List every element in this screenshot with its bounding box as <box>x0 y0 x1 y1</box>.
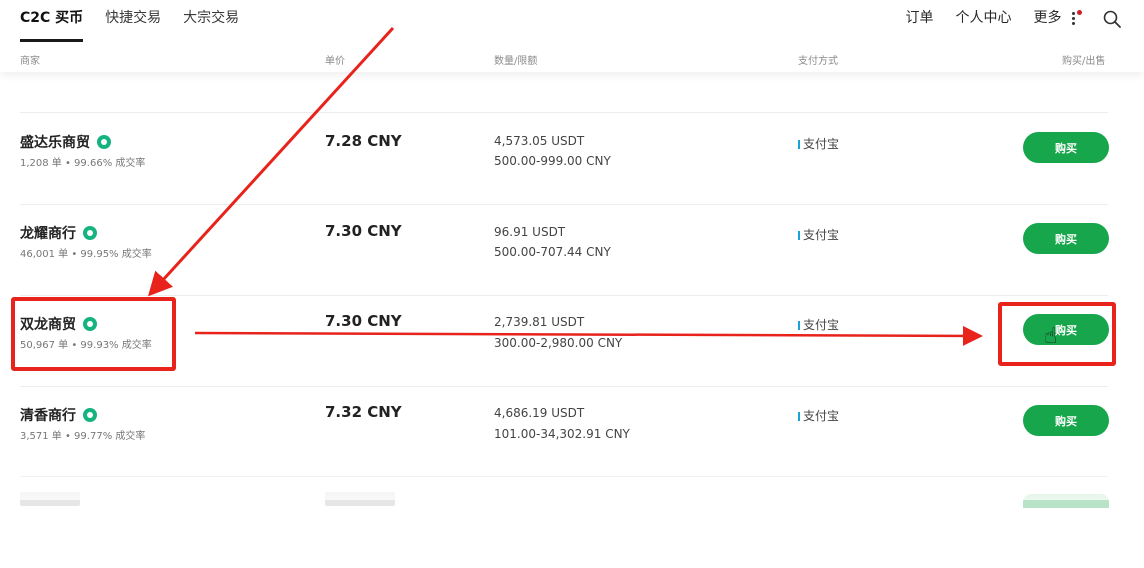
payment-method: 支付宝 <box>798 135 839 152</box>
merchant-highlight-box <box>11 297 176 371</box>
buy-button[interactable]: 购买 <box>1023 132 1109 163</box>
alipay-icon <box>798 321 800 330</box>
tab-block-trade[interactable]: 大宗交易 <box>183 0 239 42</box>
hand-cursor-icon: ☝ <box>1044 324 1058 349</box>
unit-price: 7.28 CNY <box>325 132 402 150</box>
verified-badge-icon <box>82 226 97 240</box>
buy-button[interactable]: 购买 <box>1023 223 1109 254</box>
top-navigation: C2C 买币 快捷交易 大宗交易 订单 个人中心 更多 <box>0 0 1144 42</box>
order-limit: 101.00-34,302.91 CNY <box>494 427 630 441</box>
nav-tabs: C2C 买币 快捷交易 大宗交易 <box>20 0 261 42</box>
search-icon[interactable] <box>1102 9 1122 29</box>
table-header: 商家 单价 数量/限额 支付方式 购买/出售 <box>0 44 1144 72</box>
merchant-cell[interactable]: 清香商行 <box>20 405 97 425</box>
row-divider <box>20 112 1108 113</box>
merchant-cell[interactable]: 盛达乐商贸 <box>20 132 111 152</box>
col-payment: 支付方式 <box>798 56 838 67</box>
notification-dot <box>1077 10 1082 15</box>
merchant-name: 清香商行 <box>20 408 76 424</box>
unit-price: 7.30 CNY <box>325 312 402 330</box>
alipay-icon <box>798 412 800 421</box>
merchant-cell[interactable]: 龙耀商行 <box>20 223 97 243</box>
payment-method: 支付宝 <box>798 226 839 243</box>
orders-link[interactable]: 订单 <box>906 0 934 42</box>
unit-price: 7.32 CNY <box>325 403 402 421</box>
merchant-stats: 46,001 单 • 99.95% 成交率 <box>20 249 152 260</box>
payment-label: 支付宝 <box>803 228 840 242</box>
kebab-icon <box>1072 10 1076 27</box>
tab-quick-trade[interactable]: 快捷交易 <box>105 0 161 42</box>
col-amount: 数量/限额 <box>494 56 538 67</box>
bottom-fade <box>0 460 1144 500</box>
buy-button[interactable]: 购买 <box>1023 405 1109 436</box>
nav-right-links: 订单 个人中心 更多 <box>884 0 1122 42</box>
payment-method: 支付宝 <box>798 407 839 424</box>
tab-c2c-buy[interactable]: C2C 买币 <box>20 0 84 42</box>
order-limit: 300.00-2,980.00 CNY <box>494 336 623 350</box>
verified-badge-icon <box>82 408 97 422</box>
profile-link[interactable]: 个人中心 <box>956 0 1012 42</box>
available-quantity: 4,686.19 USDT <box>494 406 585 420</box>
order-limit: 500.00-999.00 CNY <box>494 154 611 168</box>
payment-label: 支付宝 <box>803 137 840 151</box>
more-menu[interactable]: 更多 <box>1033 0 1082 42</box>
merchant-name: 龙耀商行 <box>20 226 76 242</box>
merchant-stats: 1,208 单 • 99.66% 成交率 <box>20 158 146 169</box>
merchant-stats: 3,571 单 • 99.77% 成交率 <box>20 431 146 442</box>
col-action: 购买/出售 <box>1062 56 1106 67</box>
payment-label: 支付宝 <box>803 409 840 423</box>
col-price: 单价 <box>325 56 345 67</box>
available-quantity: 2,739.81 USDT <box>494 315 585 329</box>
payment-label: 支付宝 <box>803 318 840 332</box>
unit-price: 7.30 CNY <box>325 222 402 240</box>
available-quantity: 96.91 USDT <box>494 225 566 239</box>
col-merchant: 商家 <box>20 56 40 67</box>
available-quantity: 4,573.05 USDT <box>494 134 585 148</box>
more-label: 更多 <box>1033 10 1062 26</box>
payment-method: 支付宝 <box>798 316 839 333</box>
table-row: 龙耀商行 46,001 单 • 99.95% 成交率 7.30 CNY 96.9… <box>0 205 1144 295</box>
alipay-icon <box>798 231 800 240</box>
alipay-icon <box>798 140 800 149</box>
verified-badge-icon <box>96 135 111 149</box>
table-row: 盛达乐商贸 1,208 单 • 99.66% 成交率 7.28 CNY 4,57… <box>0 114 1144 204</box>
merchant-name: 盛达乐商贸 <box>20 135 90 151</box>
order-limit: 500.00-707.44 CNY <box>494 245 611 259</box>
